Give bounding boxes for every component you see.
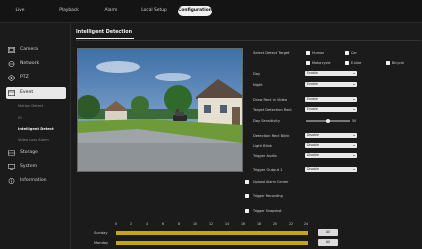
trigger-output-label: Trigger Output 1	[253, 168, 283, 172]
hour-tick: 0	[115, 222, 118, 226]
sidebar-item-label: System	[20, 164, 38, 169]
sub-item-io[interactable]: IO	[18, 114, 22, 122]
event-icon	[8, 90, 15, 96]
storage-icon	[8, 150, 15, 156]
trigger-recording-checkbox[interactable]	[245, 194, 249, 198]
hour-tick: 18	[257, 222, 262, 226]
sensitivity-label: Day Sensitivity	[253, 119, 280, 123]
detect-target-label: Select Detect Target	[253, 51, 290, 55]
day-select[interactable]: Enable	[305, 71, 357, 76]
divider	[76, 40, 421, 41]
ebike-label: E-bike	[351, 61, 362, 65]
hour-tick: 20	[273, 222, 278, 226]
nav-live[interactable]: Live	[10, 6, 30, 16]
nav-alarm[interactable]: Alarm	[100, 6, 122, 16]
title-underline	[76, 38, 134, 39]
bicycle-checkbox[interactable]	[386, 61, 390, 65]
night-select[interactable]: Enable	[305, 82, 357, 87]
sidebar-item-label: Storage	[20, 150, 38, 155]
draw-rect-select[interactable]: Enable	[305, 97, 357, 102]
upload-alarm-center-label: Upload Alarm Center	[253, 180, 289, 184]
sub-item-intelligent-detect[interactable]: Intelligent Detect	[18, 125, 54, 133]
draw-rect-label: Draw Rect in Video	[253, 98, 288, 102]
sidebar-item-event[interactable]: Event	[6, 87, 66, 99]
ebike-checkbox[interactable]	[345, 61, 349, 65]
upload-alarm-center-checkbox[interactable]	[245, 180, 249, 184]
trigger-audio-select[interactable]: Disable	[305, 153, 357, 158]
light-blink-label: Light Blink	[253, 144, 272, 148]
page-title: Intelligent Detection	[76, 30, 133, 35]
hour-tick: 10	[193, 222, 198, 226]
motorcycle-checkbox[interactable]	[306, 61, 310, 65]
hour-tick: 12	[209, 222, 214, 226]
sub-item-motion-detect[interactable]: Motion Detect	[18, 102, 43, 110]
video-preview[interactable]	[77, 48, 243, 172]
sidebar-item-label: Information	[20, 178, 47, 183]
human-checkbox[interactable]	[306, 51, 310, 55]
car-label: Car	[351, 51, 357, 55]
light-blink-select[interactable]: Disable	[305, 143, 357, 148]
nav-local-setup[interactable]: Local Setup	[138, 6, 170, 16]
car-checkbox[interactable]	[345, 51, 349, 55]
sensitivity-value: 50	[352, 119, 357, 123]
sidebar-item-storage[interactable]: Storage	[6, 147, 66, 159]
hour-tick: 22	[289, 222, 294, 226]
hour-tick: 16	[241, 222, 246, 226]
day-label: Day	[253, 72, 261, 76]
human-label: Human	[312, 51, 325, 55]
trigger-snapshot-label: Trigger Snapshot	[253, 209, 282, 213]
sidebar-item-information[interactable]: Information	[6, 175, 66, 187]
motorcycle-label: Motorcycle	[312, 61, 331, 65]
system-icon	[8, 164, 15, 170]
rect-blink-select[interactable]: Disable	[305, 133, 357, 138]
hour-tick: 2	[130, 222, 133, 226]
sensitivity-slider-thumb[interactable]	[326, 118, 330, 123]
trigger-snapshot-checkbox[interactable]	[245, 209, 249, 213]
target-rect-label: Target Detection Rect	[253, 108, 292, 112]
camera-icon	[8, 47, 15, 53]
all-button-sunday[interactable]: All	[318, 229, 338, 236]
sidebar-item-label: Event	[20, 90, 34, 95]
sidebar-item-label: Camera	[20, 47, 39, 52]
bicycle-label: Bicycle	[392, 61, 405, 65]
schedule-day-sunday: Sunday	[94, 231, 108, 235]
hour-tick: 24	[304, 222, 309, 226]
schedule-bar-sunday[interactable]	[116, 231, 308, 235]
information-icon	[8, 178, 15, 184]
sidebar-item-ptz[interactable]: PTZ	[6, 72, 66, 84]
hour-tick: 4	[146, 222, 149, 226]
trigger-audio-label: Trigger Audio	[253, 154, 277, 158]
sidebar-item-network[interactable]: Network	[6, 58, 66, 70]
sidebar-item-label: Network	[20, 61, 40, 66]
trigger-recording-label: Trigger Recording	[253, 194, 283, 198]
trigger-output-select[interactable]: Disable	[305, 167, 357, 172]
schedule-day-monday: Monday	[94, 241, 109, 245]
hour-tick: 14	[225, 222, 230, 226]
sub-item-video-loss-alarm[interactable]: Video Loss Alarm	[18, 136, 49, 144]
ptz-icon	[8, 75, 15, 81]
hour-tick: 6	[162, 222, 165, 226]
hour-tick: 8	[178, 222, 181, 226]
schedule-bar-monday[interactable]	[116, 241, 308, 245]
sidebar-item-camera[interactable]: Camera	[6, 44, 66, 56]
network-icon	[8, 61, 15, 67]
sidebar-item-system[interactable]: System	[6, 161, 66, 173]
target-rect-select[interactable]: Enable	[305, 107, 357, 112]
nav-configuration[interactable]: Configuration	[178, 6, 212, 16]
nav-playback[interactable]: Playback	[56, 6, 82, 16]
night-label: Night	[253, 83, 263, 87]
rect-blink-label: Detection Rect Blink	[253, 134, 290, 138]
camera-scene-image	[78, 49, 242, 171]
sidebar-item-label: PTZ	[20, 75, 29, 80]
all-button-monday[interactable]: All	[318, 239, 338, 246]
